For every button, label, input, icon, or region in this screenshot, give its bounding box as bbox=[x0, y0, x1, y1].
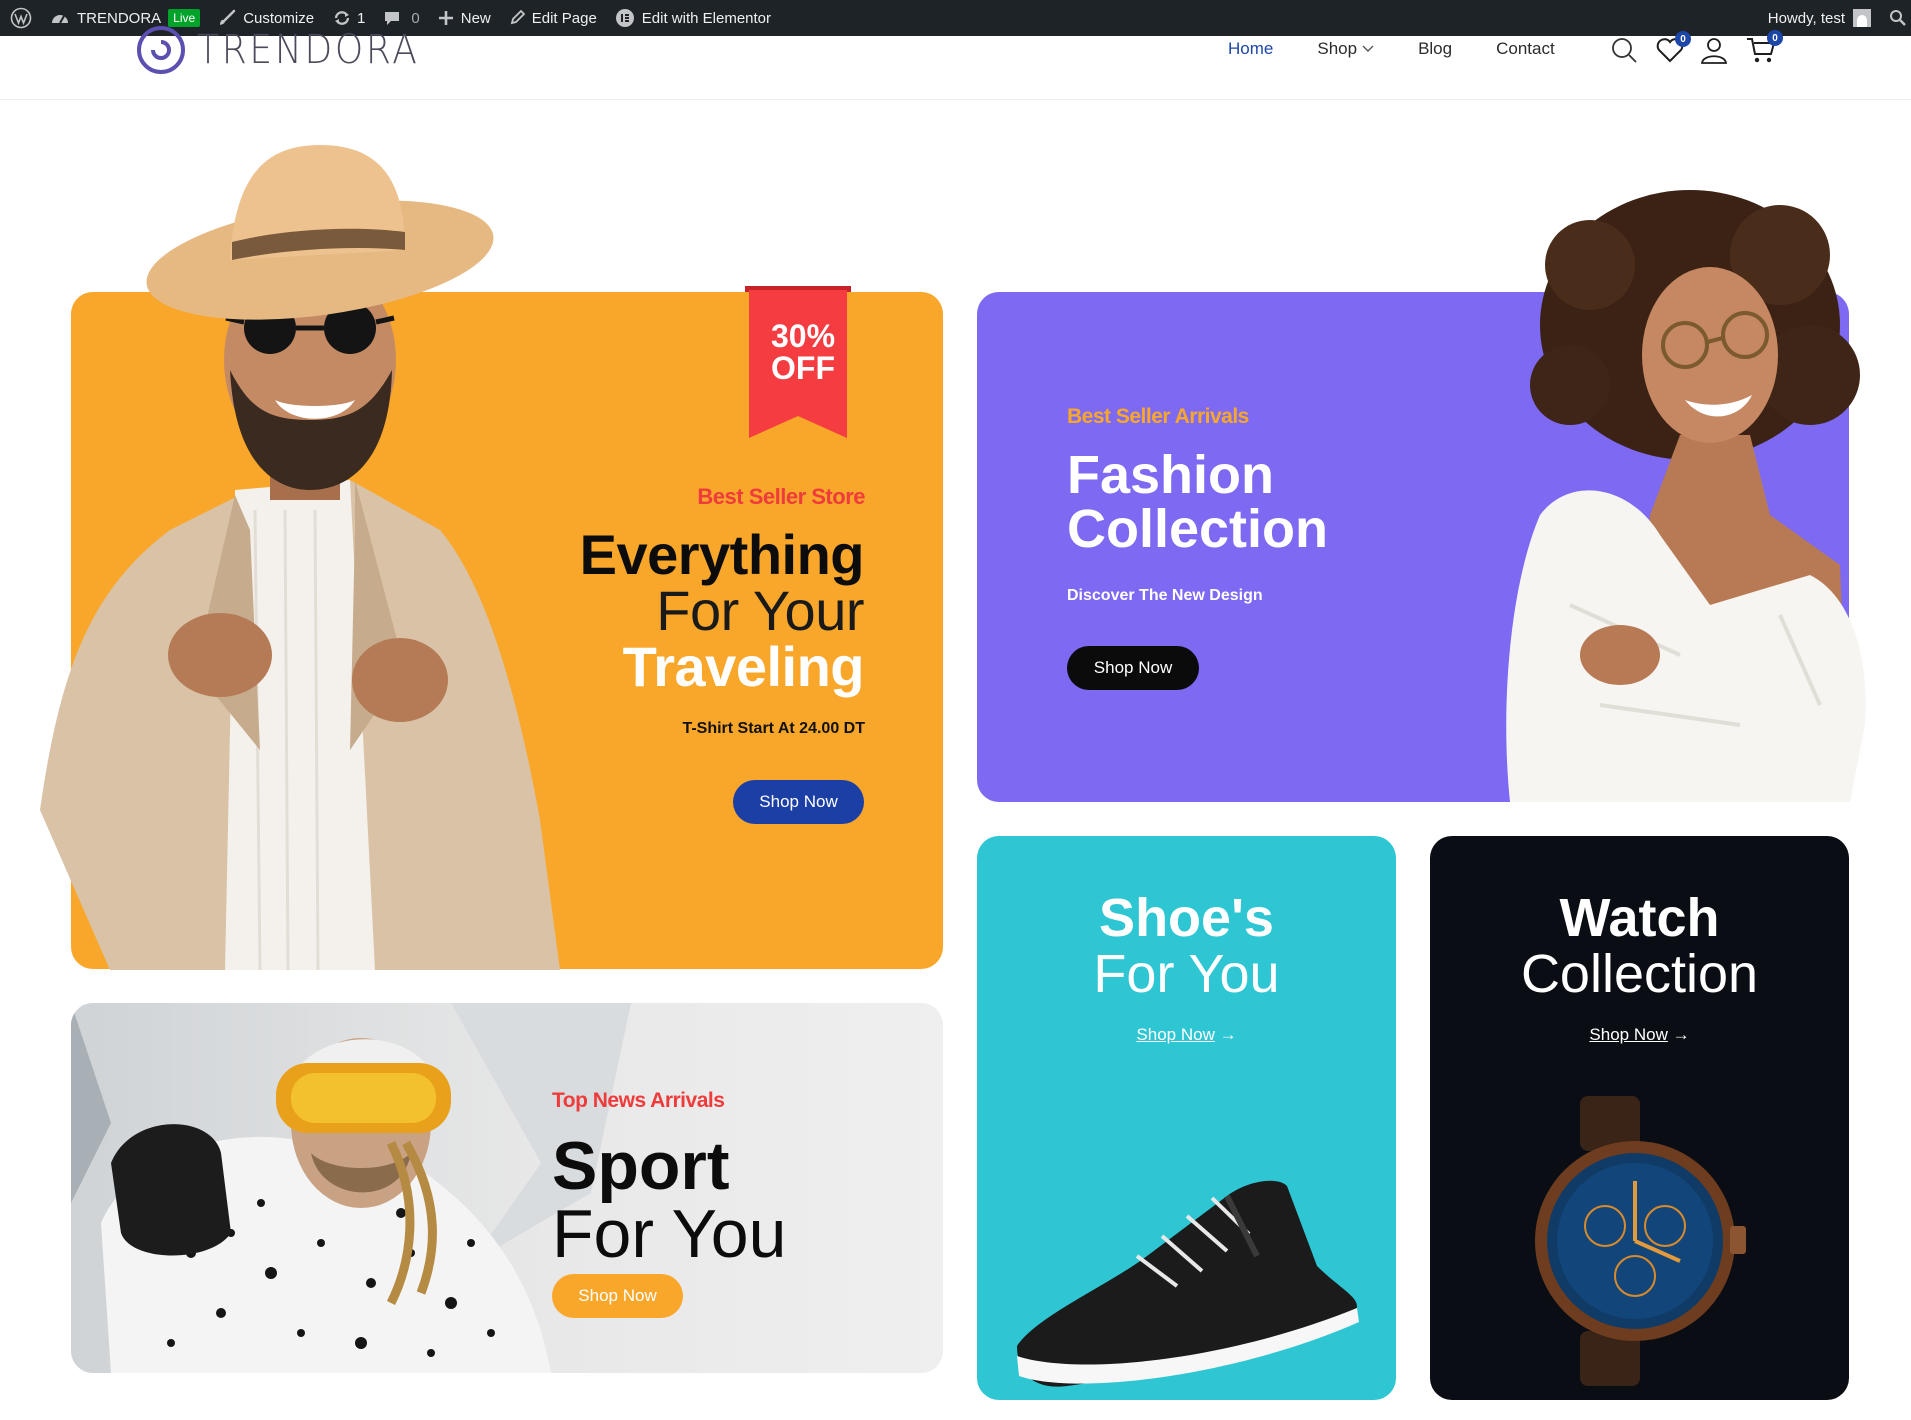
edit-elementor-label: Edit with Elementor bbox=[641, 9, 772, 27]
wordpress-logo-icon[interactable] bbox=[0, 0, 41, 36]
refresh-icon bbox=[332, 9, 352, 27]
logo-mark-icon bbox=[137, 26, 185, 74]
traveling-heading-line-2: For Your bbox=[656, 579, 864, 642]
sport-heading-line-2: For You bbox=[552, 1196, 787, 1272]
sport-heading-line-1: Sport bbox=[552, 1128, 730, 1204]
nav-item-home[interactable]: Home bbox=[1228, 39, 1273, 59]
howdy-text: Howdy, test bbox=[1767, 9, 1845, 27]
sneaker-image bbox=[1017, 1180, 1359, 1387]
main-navigation: Home Shop Blog Contact bbox=[1228, 36, 1599, 62]
new-label: New bbox=[460, 9, 491, 27]
traveling-note: T-Shirt Start At 24.00 DT bbox=[682, 720, 865, 737]
logo-text: TRENDORA bbox=[197, 27, 420, 73]
watch-shop-now-link[interactable]: Shop Now → bbox=[1430, 1025, 1849, 1045]
watch-heading: Watch Collection bbox=[1430, 890, 1849, 1002]
discount-line-2: OFF bbox=[771, 350, 835, 386]
shoes-heading: Shoe's For You bbox=[977, 890, 1396, 1002]
plus-icon bbox=[438, 10, 454, 26]
shoes-heading-line-2: For You bbox=[1093, 944, 1280, 1004]
watch-heading-line-2: Collection bbox=[1520, 944, 1759, 1004]
fashion-shop-now-button[interactable]: Shop Now bbox=[1067, 646, 1199, 690]
fashion-heading-line-2: Collection bbox=[1067, 499, 1329, 559]
chevron-down-icon bbox=[1362, 45, 1374, 52]
watch-shop-now-label: Shop Now bbox=[1589, 1025, 1668, 1044]
traveling-man-image bbox=[40, 145, 560, 971]
shoes-shop-now-link[interactable]: Shop Now → bbox=[977, 1025, 1396, 1045]
discount-line-1: 30% bbox=[770, 318, 836, 354]
comments-count: 0 bbox=[411, 9, 420, 27]
discount-label: 30% OFF bbox=[745, 320, 861, 384]
edit-page-label: Edit Page bbox=[531, 9, 597, 27]
shoes-heading-line-1: Shoe's bbox=[1099, 888, 1274, 948]
watch-heading-line-1: Watch bbox=[1559, 888, 1720, 948]
comment-icon bbox=[383, 9, 401, 27]
fashion-woman-image bbox=[1506, 190, 1866, 802]
arrow-right-icon: → bbox=[1672, 1025, 1690, 1044]
fashion-heading-line-1: Fashion bbox=[1067, 445, 1275, 505]
nav-item-blog[interactable]: Blog bbox=[1418, 39, 1452, 59]
avatar bbox=[1853, 9, 1871, 27]
dashboard-icon bbox=[50, 10, 70, 26]
paintbrush-icon bbox=[218, 9, 236, 27]
user-icon[interactable] bbox=[1700, 36, 1728, 64]
fashion-subtitle: Best Seller Arrivals bbox=[1067, 405, 1249, 428]
arrow-right-icon: → bbox=[1219, 1025, 1237, 1044]
site-header: TRENDORA Home Shop Blog Contact 0 0 bbox=[0, 26, 1911, 100]
traveling-subtitle: Best Seller Store bbox=[697, 484, 865, 509]
edit-with-elementor-link[interactable]: Edit with Elementor bbox=[606, 0, 780, 36]
nav-item-shop[interactable]: Shop bbox=[1317, 39, 1374, 59]
watch-image bbox=[1535, 1096, 1746, 1386]
cart-icon[interactable]: 0 bbox=[1746, 30, 1783, 64]
admin-search-icon[interactable] bbox=[1880, 0, 1911, 36]
traveling-shop-now-button[interactable]: Shop Now bbox=[733, 780, 864, 824]
sport-heading: Sport For You bbox=[552, 1132, 786, 1268]
traveling-heading-line-1: Everything bbox=[579, 523, 865, 586]
updates-count: 1 bbox=[357, 9, 366, 27]
header-icons: 0 0 bbox=[1610, 30, 1792, 64]
edit-page-link[interactable]: Edit Page bbox=[500, 0, 606, 36]
nav-item-contact[interactable]: Contact bbox=[1496, 39, 1555, 59]
pencil-icon bbox=[509, 10, 525, 26]
sport-snowboarder-image bbox=[71, 1003, 943, 1373]
traveling-heading: Everything For Your Traveling bbox=[540, 523, 865, 698]
sport-banner bbox=[71, 1003, 943, 1373]
nav-item-shop-label: Shop bbox=[1317, 39, 1358, 58]
wishlist-icon[interactable]: 0 bbox=[1656, 31, 1691, 63]
cart-count: 0 bbox=[1767, 30, 1783, 46]
shoes-shop-now-label: Shop Now bbox=[1136, 1025, 1215, 1044]
fashion-heading: Fashion Collection bbox=[1067, 448, 1328, 556]
site-logo[interactable]: TRENDORA bbox=[135, 26, 444, 74]
customize-label: Customize bbox=[243, 9, 315, 27]
search-icon[interactable] bbox=[1610, 36, 1638, 64]
traveling-heading-line-3: Traveling bbox=[622, 635, 865, 698]
elementor-icon bbox=[615, 8, 635, 28]
sport-shop-now-button[interactable]: Shop Now bbox=[552, 1274, 683, 1318]
wishlist-count: 0 bbox=[1675, 31, 1691, 47]
fashion-note: Discover The New Design bbox=[1067, 587, 1263, 604]
sport-subtitle: Top News Arrivals bbox=[552, 1089, 725, 1112]
